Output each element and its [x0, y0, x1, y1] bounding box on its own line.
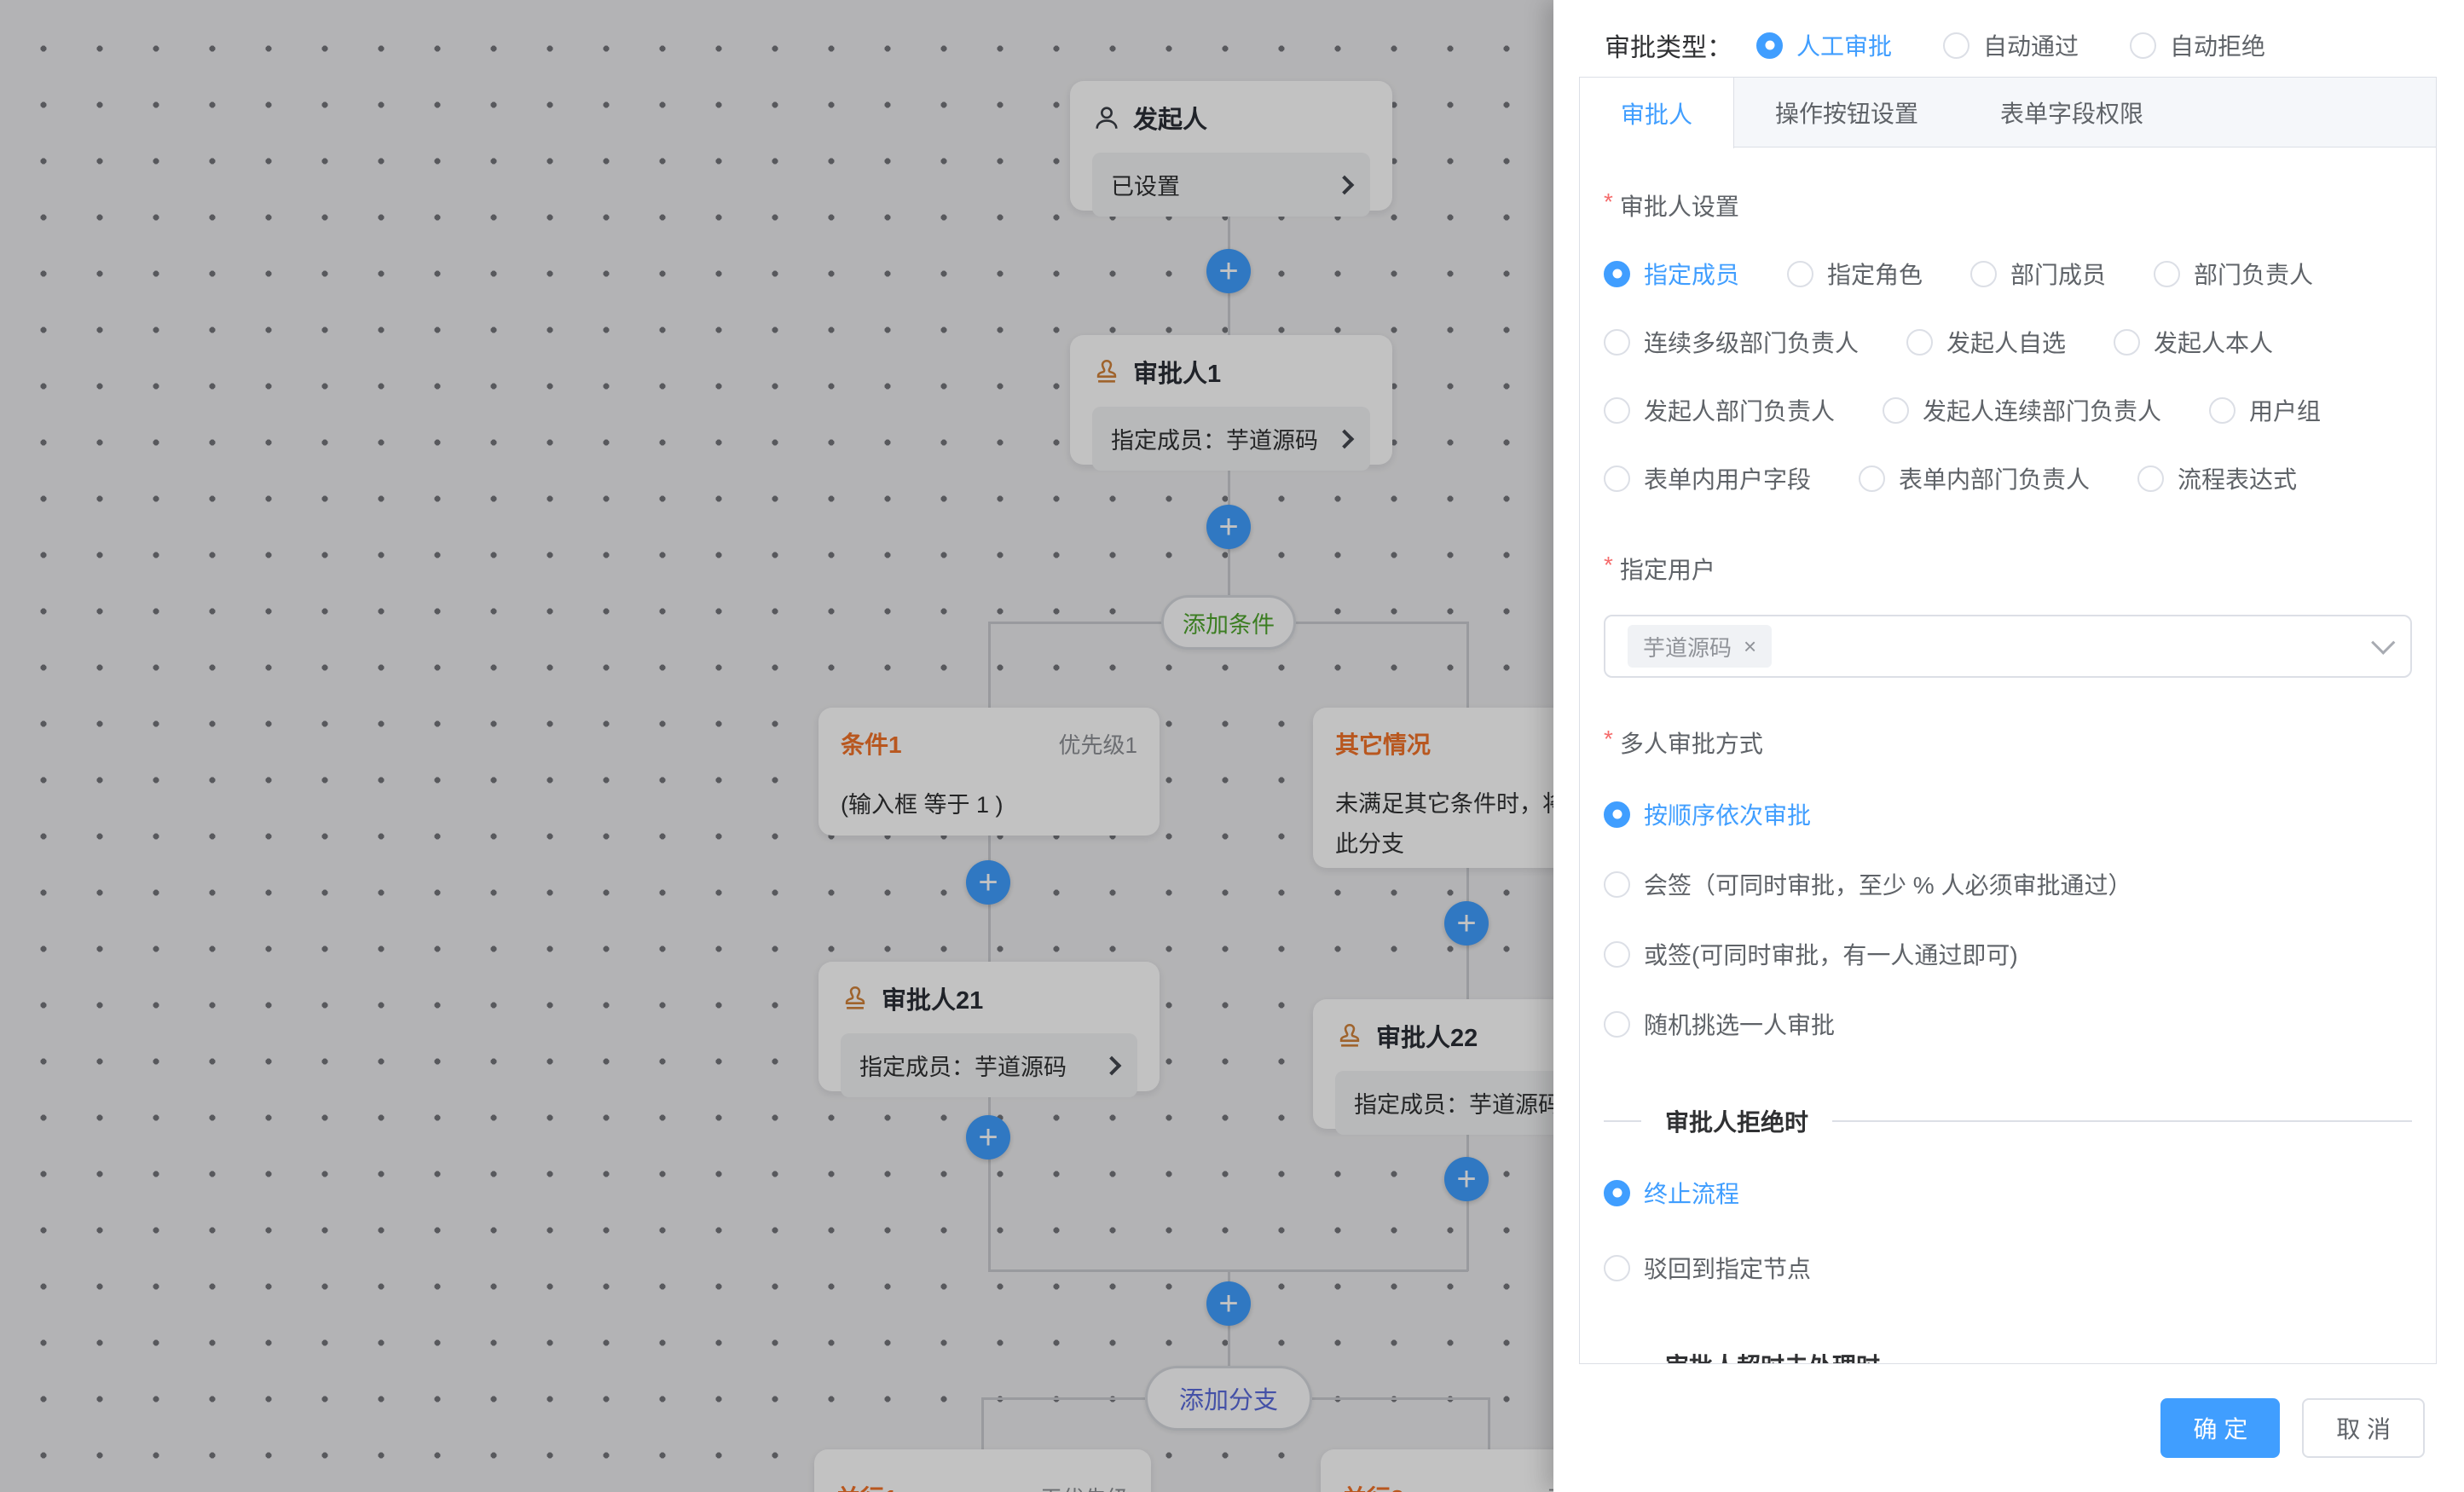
- radio-icon: [1604, 466, 1630, 492]
- radio-icon: [1906, 329, 1933, 356]
- tab-approver[interactable]: 审批人: [1580, 78, 1734, 148]
- radio-orsign[interactable]: 或签(可同时审批，有一人通过即可): [1604, 937, 2018, 971]
- multi-approve-label: * 多人审批方式: [1604, 726, 2412, 760]
- radio-auto-pass[interactable]: 自动通过: [1943, 28, 2079, 62]
- radio-icon: [1604, 1255, 1630, 1281]
- radio-icon: [1756, 32, 1783, 59]
- radio-flow-expression[interactable]: 流程表达式: [2137, 461, 2297, 495]
- radio-return-to-node[interactable]: 驳回到指定节点: [1604, 1251, 1811, 1285]
- radio-initiator-multi-dept-leader[interactable]: 发起人连续部门负责人: [1883, 393, 2161, 427]
- radio-icon: [1970, 261, 1997, 287]
- radio-icon: [1604, 1011, 1630, 1038]
- radio-icon: [1604, 261, 1630, 287]
- radio-icon: [1604, 329, 1630, 356]
- required-asterisk: *: [1604, 552, 1613, 579]
- tab-form-field-permission[interactable]: 表单字段权限: [1959, 78, 2184, 147]
- radio-icon: [1943, 32, 1969, 59]
- radio-initiator-choose[interactable]: 发起人自选: [1906, 325, 2066, 359]
- tab-button-settings[interactable]: 操作按钮设置: [1734, 78, 1959, 147]
- radio-auto-reject[interactable]: 自动拒绝: [2130, 28, 2265, 62]
- user-select-input[interactable]: 芋道源码 ×: [1604, 615, 2412, 678]
- radio-icon: [1604, 801, 1630, 828]
- user-select-label: * 指定用户: [1604, 552, 2412, 586]
- radio-icon: [1883, 397, 1909, 424]
- radio-icon: [1604, 871, 1630, 898]
- radio-terminate-flow[interactable]: 终止流程: [1604, 1176, 1739, 1210]
- radio-icon: [2130, 32, 2156, 59]
- chevron-down-icon: [2371, 631, 2395, 655]
- radio-assign-member[interactable]: 指定成员: [1604, 257, 1739, 291]
- timeout-section-divider: 审批人超时未处理时: [1604, 1348, 2412, 1363]
- tag-remove-icon[interactable]: ×: [1744, 633, 1756, 660]
- workflow-designer: 发起人 已设置 + 审批人1 指定成员：芋道源码 +: [0, 0, 2464, 1492]
- radio-icon: [1787, 261, 1813, 287]
- required-asterisk: *: [1604, 726, 1613, 753]
- radio-icon: [1859, 466, 1885, 492]
- radio-icon: [1604, 941, 1630, 968]
- reject-section-divider: 审批人拒绝时: [1604, 1104, 2412, 1138]
- radio-initiator-dept-leader[interactable]: 发起人部门负责人: [1604, 393, 1835, 427]
- config-tabs: 审批人 操作按钮设置 表单字段权限 * 审批人设置 指定成员: [1579, 77, 2437, 1364]
- approver-config-drawer: 审批类型： 人工审批 自动通过 自动拒绝 审批人 操作按钮设置 表单字段权限: [1553, 0, 2464, 1492]
- tabs-header: 审批人 操作按钮设置 表单字段权限: [1580, 78, 2436, 147]
- approval-type-row: 审批类型： 人工审批 自动通过 自动拒绝: [1553, 0, 2464, 75]
- drawer-footer: 确 定 取 消: [1553, 1364, 2464, 1492]
- approver-setting-label: * 审批人设置: [1604, 188, 2412, 223]
- radio-icon: [2154, 261, 2180, 287]
- radio-assign-role[interactable]: 指定角色: [1787, 257, 1923, 291]
- radio-icon: [1604, 397, 1630, 424]
- radio-initiator-self[interactable]: 发起人本人: [2114, 325, 2273, 359]
- radio-form-user-field[interactable]: 表单内用户字段: [1604, 461, 1811, 495]
- radio-icon: [2114, 329, 2140, 356]
- tab-panel-approver[interactable]: * 审批人设置 指定成员 指定角色: [1580, 147, 2436, 1363]
- radio-dept-member[interactable]: 部门成员: [1970, 257, 2106, 291]
- radio-dept-leader[interactable]: 部门负责人: [2154, 257, 2313, 291]
- selected-user-tag: 芋道源码 ×: [1628, 625, 1772, 668]
- radio-sequential-approve[interactable]: 按顺序依次审批: [1604, 797, 1811, 831]
- radio-random-one[interactable]: 随机挑选一人审批: [1604, 1007, 1835, 1041]
- cancel-button[interactable]: 取 消: [2302, 1398, 2425, 1458]
- radio-icon: [1604, 1180, 1630, 1206]
- required-asterisk: *: [1604, 188, 1613, 216]
- confirm-button[interactable]: 确 定: [2160, 1398, 2280, 1458]
- radio-user-group[interactable]: 用户组: [2209, 393, 2321, 427]
- radio-icon: [2209, 397, 2236, 424]
- radio-manual-approve[interactable]: 人工审批: [1756, 28, 1892, 62]
- radio-icon: [2137, 466, 2164, 492]
- approval-type-label: 审批类型：: [1605, 26, 1732, 64]
- radio-multi-level-dept-leader[interactable]: 连续多级部门负责人: [1604, 325, 1859, 359]
- radio-form-dept-leader[interactable]: 表单内部门负责人: [1859, 461, 2090, 495]
- radio-countersign[interactable]: 会签（可同时审批，至少 % 人必须审批通过）: [1604, 867, 2131, 901]
- approver-form: * 审批人设置 指定成员 指定角色: [1604, 147, 2412, 1363]
